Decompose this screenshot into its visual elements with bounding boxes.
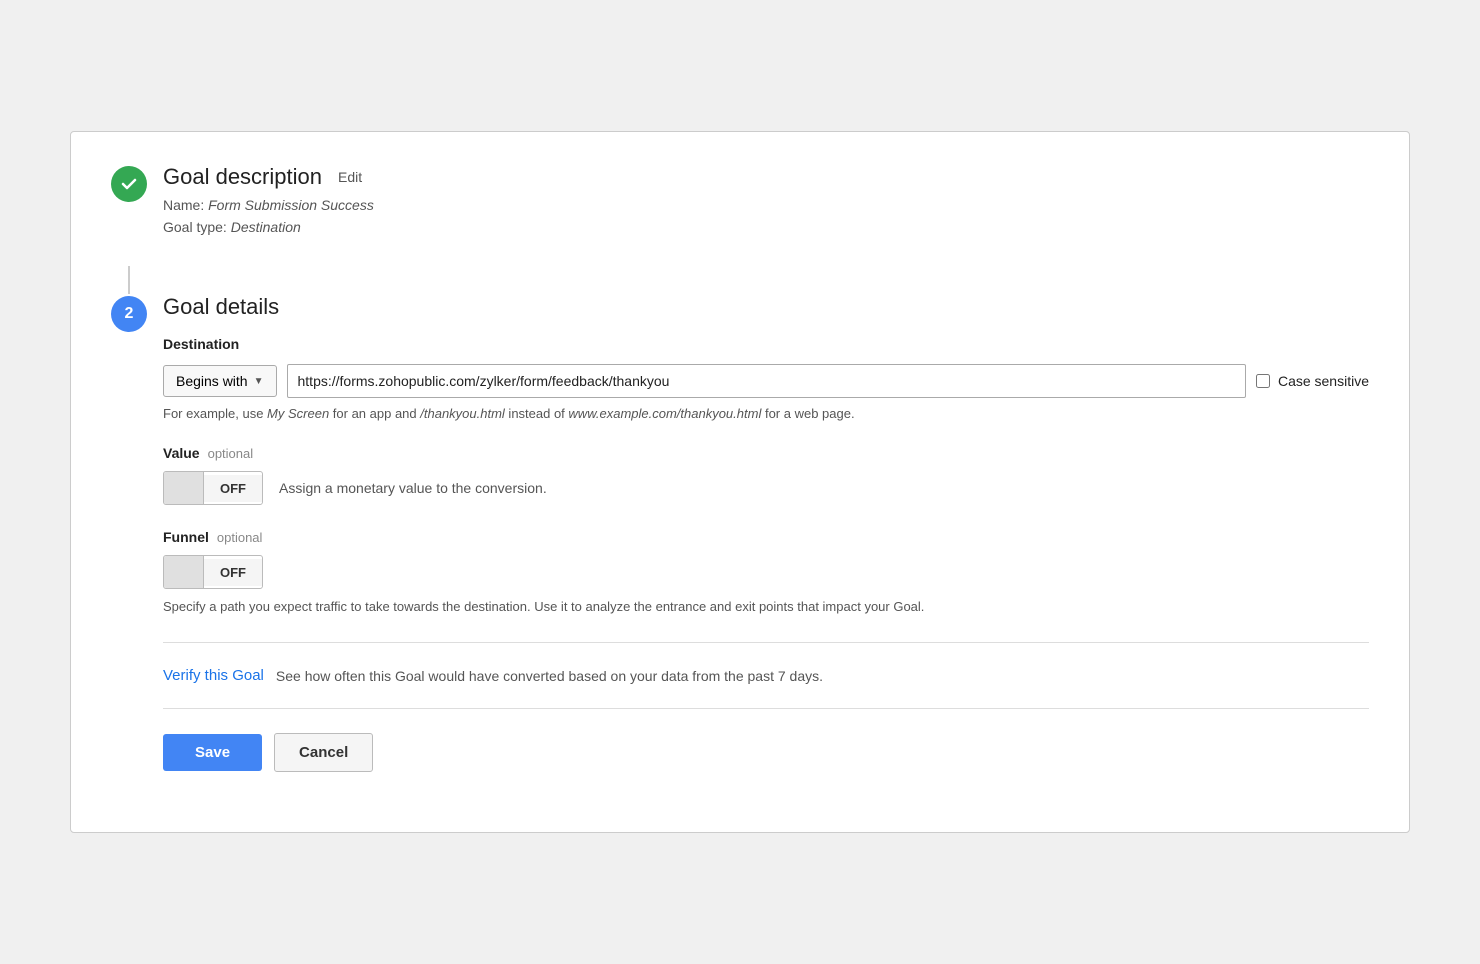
goal-type-label: Goal type: [163,219,227,235]
begins-with-label: Begins with [176,373,248,389]
destination-label: Destination [163,336,1369,352]
goal-type-value: Destination [231,219,301,235]
step1-title-row: Goal description Edit [163,164,1369,190]
case-sensitive-label: Case sensitive [1278,373,1369,389]
hint-mid2: instead of [505,406,569,421]
divider-bottom [163,708,1369,709]
hint-mid: for an app and [329,406,420,421]
goal-form-card: Goal description Edit Name: Form Submiss… [70,131,1410,834]
verify-description: See how often this Goal would have conve… [276,668,823,684]
funnel-label: Funnel [163,529,209,545]
save-button[interactable]: Save [163,734,262,771]
value-section: Value optional OFF Assign a monetary val… [163,445,1369,505]
step1-content: Goal description Edit Name: Form Submiss… [163,164,1369,239]
step2-title-row: Goal details [163,294,1369,320]
dropdown-arrow-icon: ▼ [254,376,264,387]
step1-section: Goal description Edit Name: Form Submiss… [111,164,1369,239]
funnel-toggle-row: OFF [163,555,1369,589]
funnel-toggle[interactable]: OFF [163,555,263,589]
check-circle [111,166,147,202]
destination-url-input[interactable] [287,364,1246,398]
step2-title: Goal details [163,294,279,320]
hint-prefix: For example, use [163,406,267,421]
value-description: Assign a monetary value to the conversio… [279,480,547,496]
funnel-section: Funnel optional OFF Specify a path you e… [163,529,1369,618]
funnel-toggle-state: OFF [204,559,262,586]
case-sensitive-checkbox[interactable] [1256,374,1270,388]
name-value: Form Submission Success [208,197,374,213]
divider-top [163,642,1369,643]
destination-row: Begins with ▼ Case sensitive [163,364,1369,398]
funnel-toggle-handle [164,556,204,588]
step2-content: Goal details Destination Begins with ▼ C… [163,294,1369,772]
step1-meta: Name: Form Submission Success Goal type:… [163,194,1369,239]
value-label: Value [163,445,200,461]
funnel-optional: optional [217,530,263,545]
destination-section: Destination Begins with ▼ Case sensitive… [163,336,1369,421]
hint-thankyou: /thankyou.html [420,406,505,421]
step2-number-circle: 2 [111,296,147,332]
value-label-row: Value optional [163,445,1369,461]
name-label: Name: [163,197,204,213]
step2-icon: 2 [111,296,147,332]
step2-number: 2 [125,305,134,323]
value-toggle-handle [164,472,204,504]
cancel-button[interactable]: Cancel [274,733,373,772]
value-toggle-row: OFF Assign a monetary value to the conve… [163,471,1369,505]
hint-example: www.example.com/thankyou.html [568,406,761,421]
value-optional: optional [208,446,254,461]
value-toggle-state: OFF [204,475,262,502]
funnel-description: Specify a path you expect traffic to tak… [163,597,1369,618]
hint-myscreen: My Screen [267,406,329,421]
case-sensitive-row: Case sensitive [1256,373,1369,389]
step1-icon [111,166,147,202]
edit-link[interactable]: Edit [338,169,362,185]
value-toggle[interactable]: OFF [163,471,263,505]
funnel-label-row: Funnel optional [163,529,1369,545]
verify-goal-link[interactable]: Verify this Goal [163,667,264,684]
step2-section: 2 Goal details Destination Begins with ▼ [111,294,1369,772]
action-buttons: Save Cancel [163,733,1369,772]
destination-hint: For example, use My Screen for an app an… [163,406,1369,421]
hint-suffix: for a web page. [761,406,854,421]
step-connector [128,266,130,294]
step1-title: Goal description [163,164,322,190]
begins-with-dropdown[interactable]: Begins with ▼ [163,365,277,397]
verify-row: Verify this Goal See how often this Goal… [163,667,1369,684]
